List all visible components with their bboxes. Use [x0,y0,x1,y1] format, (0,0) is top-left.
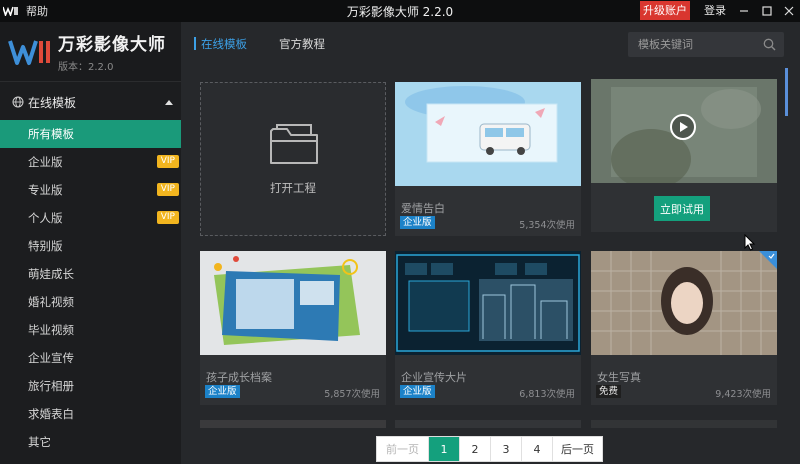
template-card-child-growth[interactable]: 孩子成长档案 企业版 5,857次使用 [200,251,386,405]
prev-page-button[interactable]: 前一页 [377,437,429,461]
try-now-button[interactable]: 立即试用 [654,196,710,221]
sidebar-item-proposal[interactable]: 求婚表白 [0,400,181,428]
vip-badge: VIP [156,155,179,168]
brand-version: 版本：2.2.0 [58,62,114,73]
main-panel: 在线模板 官方教程 打开工程 [181,22,800,464]
sidebar-item-other[interactable]: 其它 [0,428,181,456]
brand-header: 万彩影像大师 版本：2.2.0 [0,22,181,82]
sidebar-item-all-templates[interactable]: 所有模板 [0,120,181,148]
template-card-partial[interactable] [591,420,777,428]
template-card-partial[interactable] [200,420,386,428]
sidebar-item-personal[interactable]: 个人版 VIP [0,204,181,232]
search-input[interactable] [638,38,758,51]
page-button-3[interactable]: 3 [491,437,522,461]
folder-icon [270,124,318,164]
vip-badge: VIP [156,211,179,224]
usage-count: 5,354次使用 [519,220,575,231]
edition-badge: 企业版 [400,385,435,398]
search-box [628,32,784,57]
search-icon[interactable] [763,38,776,51]
scrollbar-thumb[interactable] [785,68,788,116]
tab-official-tutorial[interactable]: 官方教程 [279,36,325,52]
page-button-1[interactable]: 1 [429,437,460,461]
next-page-button[interactable]: 后一页 [553,437,602,461]
template-card-love-confession[interactable]: 爱情告白 企业版 5,354次使用 [395,82,581,236]
card-title: 女生写真 [597,371,641,384]
vip-badge: VIP [156,183,179,196]
sidebar-item-baby-growth[interactable]: 萌娃成长 [0,260,181,288]
pagination: 前一页 1 2 3 4 后一页 [376,436,603,462]
usage-count: 9,423次使用 [715,389,771,400]
tab-bar: 在线模板 官方教程 [181,22,800,66]
maximize-icon[interactable] [756,0,778,22]
play-icon[interactable] [670,114,696,140]
template-thumbnail [395,251,581,355]
globe-icon [12,96,24,108]
open-project-label: 打开工程 [270,181,316,195]
title-bar: 帮助 万彩影像大师 2.2.0 升级账户 登录 [0,0,800,22]
collapse-caret-icon[interactable] [165,99,173,105]
template-thumbnail [200,251,386,355]
edition-badge: 免费 [596,385,622,398]
brand-name: 万彩影像大师 [58,35,166,55]
minimize-icon[interactable] [733,0,755,22]
template-thumbnail [395,82,581,186]
edition-badge: 企业版 [205,385,240,398]
sidebar-item-wedding[interactable]: 婚礼视频 [0,288,181,316]
mouse-cursor-icon [744,234,756,251]
template-card-corporate-promo[interactable]: 企业宣传大片 企业版 6,813次使用 [395,251,581,405]
category-online-templates[interactable]: 在线模板 [0,84,181,120]
sidebar-item-professional[interactable]: 专业版 VIP [0,176,181,204]
sidebar-item-corporate[interactable]: 企业宣传 [0,344,181,372]
template-thumbnail [591,79,777,183]
brand-logo-icon [8,35,52,69]
template-card-preview[interactable]: 立即试用 [591,79,777,232]
template-card-girl-portrait[interactable]: 女生写真 免费 9,423次使用 [591,251,777,405]
template-card-partial[interactable] [395,420,581,428]
page-button-4[interactable]: 4 [522,437,553,461]
sidebar-item-special[interactable]: 特别版 [0,232,181,260]
app-logo-icon [0,0,22,22]
sidebar-item-enterprise[interactable]: 企业版 VIP [0,148,181,176]
page-button-2[interactable]: 2 [460,437,491,461]
sidebar-item-travel[interactable]: 旅行相册 [0,372,181,400]
sidebar: 万彩影像大师 版本：2.2.0 在线模板 所有模板 企业版 VIP 专业版 VIP … [0,22,181,464]
upgrade-account-button[interactable]: 升级账户 [640,1,690,20]
corner-check-icon [759,251,777,269]
help-menu[interactable]: 帮助 [26,3,48,19]
sidebar-item-graduation[interactable]: 毕业视频 [0,316,181,344]
card-title: 爱情告白 [401,202,445,215]
usage-count: 5,857次使用 [324,389,380,400]
login-button[interactable]: 登录 [704,0,726,22]
tab-online-templates[interactable]: 在线模板 [194,36,247,52]
template-thumbnail [591,251,777,355]
close-icon[interactable] [778,0,800,22]
category-label: 在线模板 [28,95,77,110]
card-title: 孩子成长档案 [206,371,272,384]
open-project-card[interactable]: 打开工程 [200,82,386,236]
card-title: 企业宣传大片 [401,371,467,384]
usage-count: 6,813次使用 [519,389,575,400]
edition-badge: 企业版 [400,216,435,229]
